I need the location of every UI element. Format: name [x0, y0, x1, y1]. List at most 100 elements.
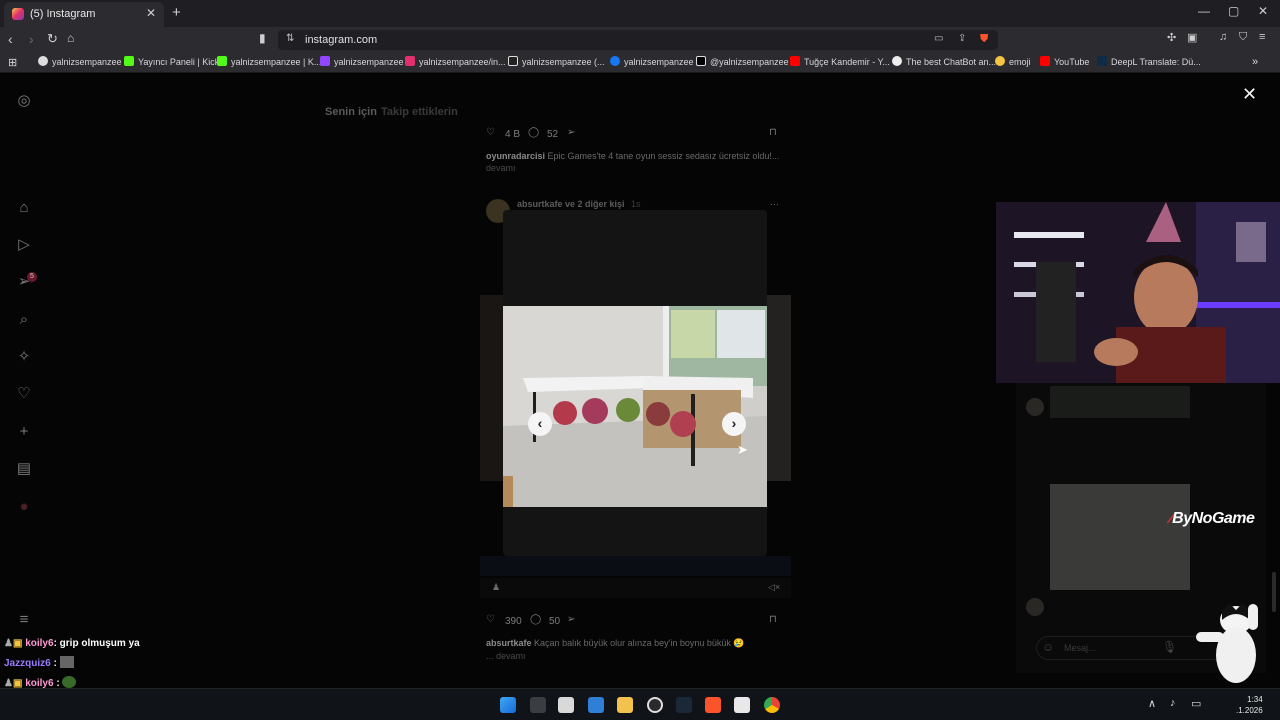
emote-icon [59, 656, 74, 668]
post-media-controls [480, 578, 791, 598]
more-options-icon[interactable]: ⋯ [770, 199, 779, 210]
brave-browser-icon[interactable] [705, 697, 721, 713]
reels-nav-icon[interactable]: ▷ [15, 236, 33, 254]
more-link[interactable]: ... devamı [486, 651, 526, 661]
more-bookmarks-icon[interactable]: » [1252, 56, 1258, 68]
cast-icon[interactable]: ▭ [934, 33, 943, 44]
chat-message: Jazzquiz6 : [4, 656, 74, 669]
menu-icon[interactable]: ≡ [1259, 31, 1265, 43]
back-icon[interactable]: ‹ [8, 31, 13, 47]
comment-count: 50 [549, 616, 561, 627]
create-nav-icon[interactable]: + [15, 423, 33, 441]
bookmarks-bar: ⊞ yalnizsempanzee Yayıncı Paneli | Kick … [0, 53, 1280, 73]
address-bar[interactable]: ⇅ instagram.com ▭ ⇪ ⛊ [278, 30, 998, 50]
dashboard-nav-icon[interactable]: ▤ [15, 460, 33, 478]
bookmark-item[interactable]: @yalnizsempanzee [696, 56, 789, 67]
post-caption: oyunradarcisi Epic Games'te 4 tane oyun … [486, 151, 780, 161]
next-arrow-button[interactable]: › [722, 412, 746, 436]
microphone-icon[interactable]: 🎙 [1162, 640, 1177, 654]
search-nav-icon[interactable]: ⌕ [15, 311, 33, 329]
save-post-icon[interactable]: ⊓ [769, 614, 777, 625]
post-photo [503, 306, 767, 507]
bookmark-item[interactable]: emoji [995, 56, 1031, 67]
share-post-icon[interactable]: ➢ [567, 127, 575, 138]
close-tab-icon[interactable]: ✕ [146, 6, 156, 20]
tray-mic-icon[interactable]: ♪ [1170, 697, 1176, 709]
bookmark-icon[interactable]: ▮ [259, 31, 266, 45]
obs-icon[interactable] [647, 697, 663, 713]
app-icon[interactable] [734, 697, 750, 713]
task-view-icon[interactable] [530, 697, 546, 713]
tag-user-icon[interactable]: ♟ [492, 582, 500, 593]
tab-title: (5) Instagram [30, 8, 96, 20]
system-clock[interactable]: 1:34 .1.2026 [1236, 694, 1263, 716]
sidebar-toggle-icon[interactable]: ▣ [1187, 31, 1197, 44]
more-link[interactable]: devamı [486, 163, 516, 173]
tab-following[interactable]: Takip ettiklerin [381, 106, 458, 118]
reload-icon[interactable]: ↻ [47, 31, 58, 47]
steam-icon[interactable] [676, 697, 692, 713]
music-icon[interactable]: ♫ [1219, 31, 1227, 43]
bookmark-item[interactable]: yalnizsempanzee [320, 56, 404, 67]
like-count: 390 [505, 616, 522, 627]
home-icon[interactable]: ⌂ [67, 31, 74, 45]
share-post-icon[interactable]: ➢ [567, 614, 575, 625]
home-nav-icon[interactable]: ⌂ [15, 199, 33, 217]
profile-avatar-icon[interactable]: ● [15, 498, 33, 516]
like-count: 4 B [505, 129, 521, 140]
sponsor-logo: ⁄ByNoGame [1170, 510, 1255, 527]
explore-nav-icon[interactable]: ✧ [15, 348, 33, 366]
chrome-icon[interactable] [764, 697, 780, 713]
apps-grid-icon[interactable]: ⊞ [8, 56, 17, 69]
navigation-bar: ‹ › ↻ ⌂ ▮ ⇅ instagram.com ▭ ⇪ ⛊ ✣ ▣ ♫ ⛉ … [0, 27, 1280, 53]
minimize-icon[interactable]: — [1198, 4, 1210, 18]
post-header-user[interactable]: absurtkafe ve 2 diğer kişi [517, 199, 625, 209]
browser-tab[interactable]: (5) Instagram ✕ [4, 2, 164, 27]
vpn-icon[interactable]: ⛉ [1239, 31, 1247, 44]
file-explorer-icon[interactable] [617, 697, 633, 713]
mute-icon[interactable]: ◁× [768, 582, 780, 593]
bookmark-item[interactable]: YouTube [1040, 56, 1089, 67]
save-post-icon[interactable]: ⊓ [769, 127, 777, 138]
instagram-logo-icon[interactable]: ◎ [15, 92, 33, 110]
dm-message-preview [1050, 386, 1190, 418]
bookmark-item[interactable]: DeepL Translate: Dü... [1097, 56, 1201, 67]
bookmark-item[interactable]: yalnizsempanzee [610, 56, 694, 67]
post-caption: absurtkafe Kaçan balık büyük olur alınza… [486, 638, 745, 648]
bookmark-item[interactable]: yalnizsempanzee | K... [217, 56, 321, 67]
previous-arrow-button[interactable]: ‹ [528, 412, 552, 436]
bookmark-item[interactable]: The best ChatBot an... [892, 56, 996, 67]
comment-count: 52 [547, 129, 559, 140]
tray-chevron-icon[interactable]: ∧ [1148, 697, 1156, 710]
store-icon[interactable] [588, 697, 604, 713]
post-time: 1s [631, 199, 641, 209]
bookmark-item[interactable]: yalnizsempanzee (... [508, 56, 605, 67]
like-icon[interactable]: ♡ [486, 127, 495, 138]
tab-for-you[interactable]: Senin için [325, 106, 377, 118]
avatar [1026, 598, 1044, 616]
bookmark-item[interactable]: Yayıncı Paneli | Kick [124, 56, 219, 67]
dm-shared-photo [1050, 484, 1190, 590]
like-icon[interactable]: ♡ [486, 614, 495, 625]
tray-display-icon[interactable]: ▭ [1191, 697, 1201, 710]
close-modal-icon[interactable]: ✕ [1242, 84, 1257, 105]
notifications-nav-icon[interactable]: ♡ [15, 385, 33, 403]
brave-shield-icon[interactable]: ⛊ [980, 33, 988, 46]
bookmark-item[interactable]: Tuğçe Kandemir - Y... [790, 56, 890, 67]
forward-icon[interactable]: › [29, 31, 34, 47]
comment-icon[interactable]: ◯ [528, 127, 539, 138]
bookmark-item[interactable]: yalnizsempanzee [38, 56, 122, 67]
taskbar: ∧ ♪ ▭ 1:34 .1.2026 [0, 688, 1280, 720]
new-tab-icon[interactable]: + [172, 4, 181, 21]
bookmark-item[interactable]: yalnizsempanzee/in... [405, 56, 506, 67]
windows-start-icon[interactable] [500, 697, 516, 713]
comment-icon[interactable]: ◯ [530, 614, 541, 625]
share-icon[interactable]: ⇪ [958, 33, 966, 44]
snipping-tool-icon[interactable] [558, 697, 574, 713]
maximize-icon[interactable]: ▢ [1228, 4, 1239, 18]
close-window-icon[interactable]: ✕ [1258, 4, 1268, 18]
emoji-icon[interactable]: ☺ [1042, 640, 1054, 654]
extensions-icon[interactable]: ✣ [1167, 31, 1176, 44]
more-menu-icon[interactable]: ≡ [15, 611, 33, 629]
site-info-icon[interactable]: ⇅ [286, 33, 294, 44]
